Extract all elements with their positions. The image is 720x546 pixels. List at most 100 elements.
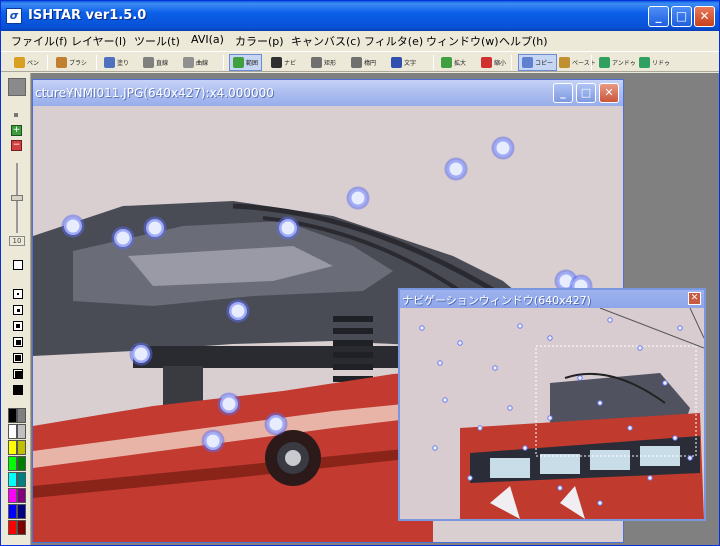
light-spot bbox=[477, 425, 483, 431]
menu-file[interactable]: ファイル(f) bbox=[11, 33, 67, 49]
tool-icon bbox=[351, 57, 362, 68]
light-spot bbox=[442, 397, 448, 403]
toolbar-button-10[interactable]: 拡大 bbox=[441, 54, 466, 71]
toolbar-button-2[interactable]: 塗り bbox=[104, 54, 129, 71]
toolbar-button-5[interactable]: 範囲 bbox=[229, 54, 263, 71]
brush-size-1[interactable] bbox=[13, 289, 23, 299]
image-window-title-bar[interactable]: cture¥NMI011.JPG(640x427):x4.000000 _ □ … bbox=[33, 80, 623, 106]
tool-icon bbox=[14, 57, 25, 68]
toolbar-button-6[interactable]: ナビ bbox=[271, 54, 296, 71]
toolbar-button-label: 矩形 bbox=[324, 60, 337, 67]
palette-color-6[interactable] bbox=[8, 456, 17, 471]
palette-color-2[interactable] bbox=[8, 424, 17, 439]
menu-layer[interactable]: レイヤー(l) bbox=[71, 33, 126, 49]
light-spot bbox=[419, 325, 425, 331]
image-window-maximize-button[interactable]: □ bbox=[576, 83, 596, 103]
palette-color-7[interactable] bbox=[17, 456, 26, 471]
current-color-swatch[interactable] bbox=[8, 78, 26, 96]
brush-size-6[interactable] bbox=[13, 369, 23, 379]
app-icon[interactable]: σ bbox=[6, 8, 22, 24]
light-spot bbox=[432, 445, 438, 451]
light-spot bbox=[672, 435, 678, 441]
toolbar-button-label: 塗り bbox=[117, 60, 130, 67]
palette-color-12[interactable] bbox=[8, 504, 17, 519]
close-button[interactable]: ✕ bbox=[694, 6, 715, 27]
palette-color-15[interactable] bbox=[17, 520, 26, 535]
title-bar[interactable]: σ ISHTAR ver1.5.0 _ □ ✕ bbox=[1, 1, 719, 31]
light-spot bbox=[201, 429, 225, 453]
zoom-value-box: 10 bbox=[9, 236, 25, 246]
brush-size-7[interactable] bbox=[13, 385, 23, 395]
light-spot bbox=[647, 475, 653, 481]
light-spot bbox=[111, 226, 135, 250]
palette-color-8[interactable] bbox=[8, 472, 17, 487]
light-spot bbox=[217, 392, 241, 416]
brush-size-4[interactable] bbox=[13, 337, 23, 347]
toolbar-button-label: 範囲 bbox=[246, 60, 259, 67]
toolbar-button-label: ナビ bbox=[284, 60, 297, 67]
navigation-window-title: ナビゲーションウィンドウ(640x427) bbox=[402, 294, 591, 307]
palette-color-14[interactable] bbox=[8, 520, 17, 535]
brush-size-5[interactable] bbox=[13, 353, 23, 363]
light-spot bbox=[597, 400, 603, 406]
toolbar-separator bbox=[511, 55, 512, 70]
toolbar-button-9[interactable]: 文字 bbox=[391, 54, 416, 71]
zoom-slider-thumb[interactable] bbox=[11, 195, 23, 201]
toolbar-button-label: ペースト bbox=[572, 60, 596, 67]
menu-avi[interactable]: AVI(a) bbox=[191, 33, 224, 46]
brush-dot bbox=[17, 293, 19, 295]
light-spot bbox=[547, 415, 553, 421]
palette-color-3[interactable] bbox=[17, 424, 26, 439]
menu-canvas[interactable]: キャンバス(c) bbox=[291, 33, 361, 49]
navigation-window[interactable]: ナビゲーションウィンドウ(640x427) ✕ bbox=[398, 288, 706, 521]
navigation-preview[interactable] bbox=[400, 308, 704, 519]
tool-icon bbox=[522, 57, 533, 68]
toolbar-button-0[interactable]: ペン bbox=[14, 54, 39, 71]
toolbar-button-12[interactable]: コピー bbox=[518, 54, 558, 71]
toolbar-button-label: ペン bbox=[27, 60, 40, 67]
light-spot bbox=[687, 455, 693, 461]
menu-filter[interactable]: フィルタ(e) bbox=[364, 33, 423, 49]
light-spot bbox=[61, 214, 85, 238]
navigation-window-title-bar[interactable]: ナビゲーションウィンドウ(640x427) ✕ bbox=[400, 290, 704, 308]
maximize-button[interactable]: □ bbox=[671, 6, 692, 27]
tool-icon bbox=[639, 57, 650, 68]
palette-color-13[interactable] bbox=[17, 504, 26, 519]
brush-size-2[interactable] bbox=[13, 305, 23, 315]
toolbar-button-11[interactable]: 縮小 bbox=[481, 54, 506, 71]
menu-tool[interactable]: ツール(t) bbox=[134, 33, 180, 49]
navigation-window-close-button[interactable]: ✕ bbox=[688, 292, 701, 305]
palette-color-11[interactable] bbox=[17, 488, 26, 503]
toolbar-button-14[interactable]: アンドゥ bbox=[599, 54, 636, 71]
toolbar-button-15[interactable]: リドゥ bbox=[639, 54, 670, 71]
palette-color-5[interactable] bbox=[17, 440, 26, 455]
zoom-out-icon[interactable]: − bbox=[11, 140, 22, 151]
toolbar-button-4[interactable]: 曲線 bbox=[183, 54, 208, 71]
minimize-button[interactable]: _ bbox=[648, 6, 669, 27]
toolbar-separator bbox=[433, 55, 434, 70]
image-window-minimize-button[interactable]: _ bbox=[553, 83, 573, 103]
palette-color-4[interactable] bbox=[8, 440, 17, 455]
toolbar-button-label: 直線 bbox=[156, 60, 169, 67]
brush-dot bbox=[15, 339, 21, 345]
palette-color-0[interactable] bbox=[8, 408, 17, 423]
menu-color[interactable]: カラー(p) bbox=[235, 33, 284, 49]
brush-dot bbox=[15, 355, 21, 361]
brush-size-0[interactable] bbox=[13, 260, 23, 270]
toolbar-button-7[interactable]: 矩形 bbox=[311, 54, 336, 71]
toolbar-button-8[interactable]: 楕円 bbox=[351, 54, 376, 71]
light-spot bbox=[346, 186, 370, 210]
toolbar-button-label: 拡大 bbox=[454, 60, 467, 67]
toolbar-button-3[interactable]: 直線 bbox=[143, 54, 168, 71]
brush-size-3[interactable] bbox=[13, 321, 23, 331]
palette-color-1[interactable] bbox=[17, 408, 26, 423]
palette-color-10[interactable] bbox=[8, 488, 17, 503]
zoom-in-icon[interactable]: + bbox=[11, 125, 22, 136]
image-window-close-button[interactable]: ✕ bbox=[599, 83, 619, 103]
toolbar-button-1[interactable]: ブラシ bbox=[56, 54, 87, 71]
menu-window[interactable]: ウィンドウ(w) bbox=[426, 33, 499, 49]
tool-icon bbox=[233, 57, 244, 68]
menu-help[interactable]: ヘルプ(h) bbox=[499, 33, 548, 49]
palette-color-9[interactable] bbox=[17, 472, 26, 487]
light-spot bbox=[467, 475, 473, 481]
